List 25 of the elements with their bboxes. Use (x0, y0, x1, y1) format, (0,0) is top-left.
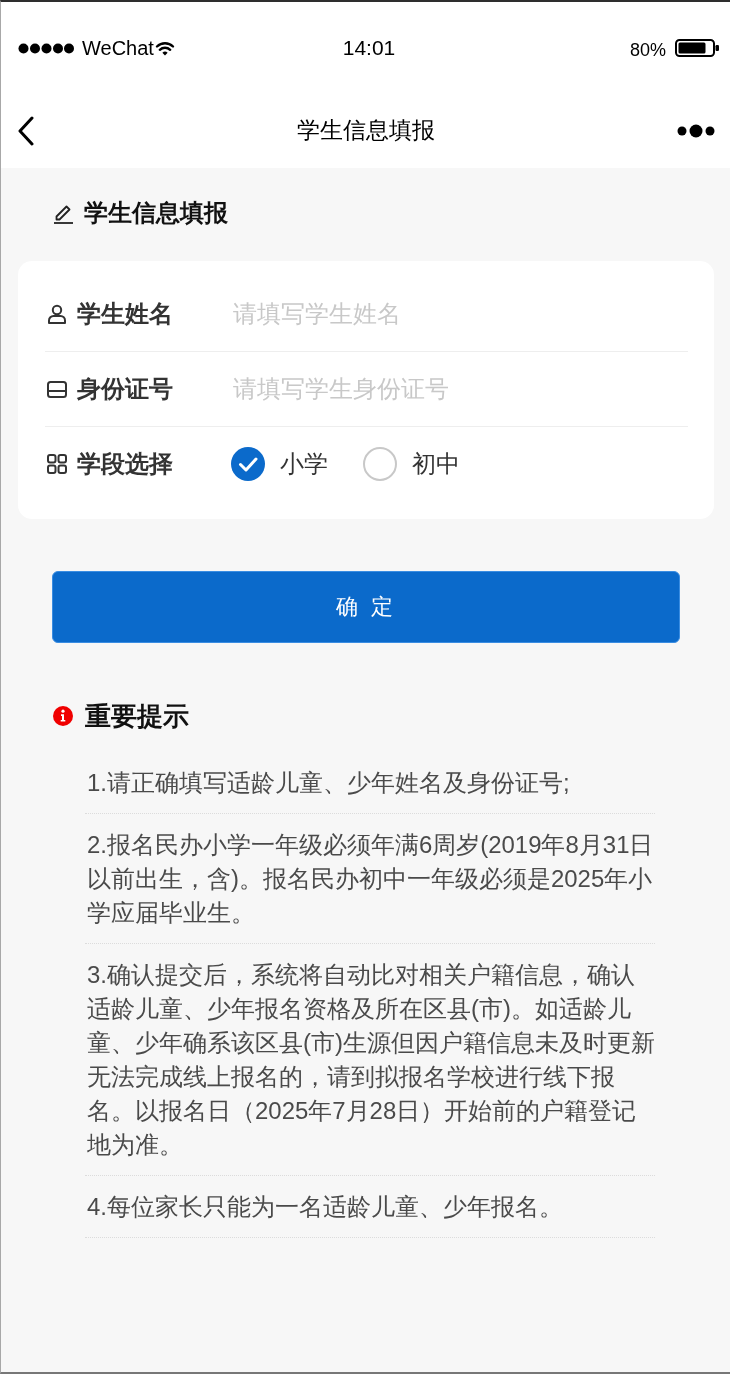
page-title: 学生信息填报 (297, 117, 435, 145)
field-label: 学段选择 (77, 450, 173, 479)
grid-icon (47, 454, 67, 474)
notice-text: 1.请正确填写适龄儿童、少年姓名及身份证号; (87, 768, 571, 798)
radio-option[interactable]: 初中 (363, 447, 460, 481)
section-title: 学生信息填报 (84, 199, 228, 228)
notice-text: 2.报名民办小学一年级必须年满6周岁(2019年8月31日以前出生，含)。报名民办初中一年级必须是2025年小学应届毕业生。 (87, 830, 655, 928)
signal-icon (18, 42, 74, 54)
battery-icon (675, 39, 720, 57)
radio-option[interactable]: 小学 (231, 447, 328, 481)
person-icon (47, 304, 67, 324)
id-card-icon (47, 380, 67, 398)
confirm-button[interactable]: 确 定 (52, 571, 680, 643)
notice-title: 重要提示 (85, 700, 189, 733)
notice-text: 3.确认提交后，系统将自动比对相关户籍信息，确认适龄儿童、少年报名资格及所在区县(市)。如适龄儿童、少年确系该区县(市)生源但因户籍信息未及时更新无法完成线上报名的，请到拟报名学校进行线下报名。以报名日（2025年7月28日）开始前的户籍登记地为准。 (87, 960, 655, 1160)
wifi-icon (154, 40, 175, 56)
battery-percent: 80% (629, 38, 666, 62)
field-label: 学生姓名 (77, 300, 173, 329)
info-icon (53, 706, 73, 726)
field-label: 身份证号 (77, 375, 173, 404)
more-icon[interactable] (677, 124, 715, 138)
status-time: 14:01 (342, 35, 396, 61)
notice-text: 4.每位家长只能为一名适龄儿童、少年报名。 (87, 1192, 564, 1222)
back-icon[interactable] (17, 116, 35, 146)
carrier-name: WeChat (82, 36, 154, 61)
